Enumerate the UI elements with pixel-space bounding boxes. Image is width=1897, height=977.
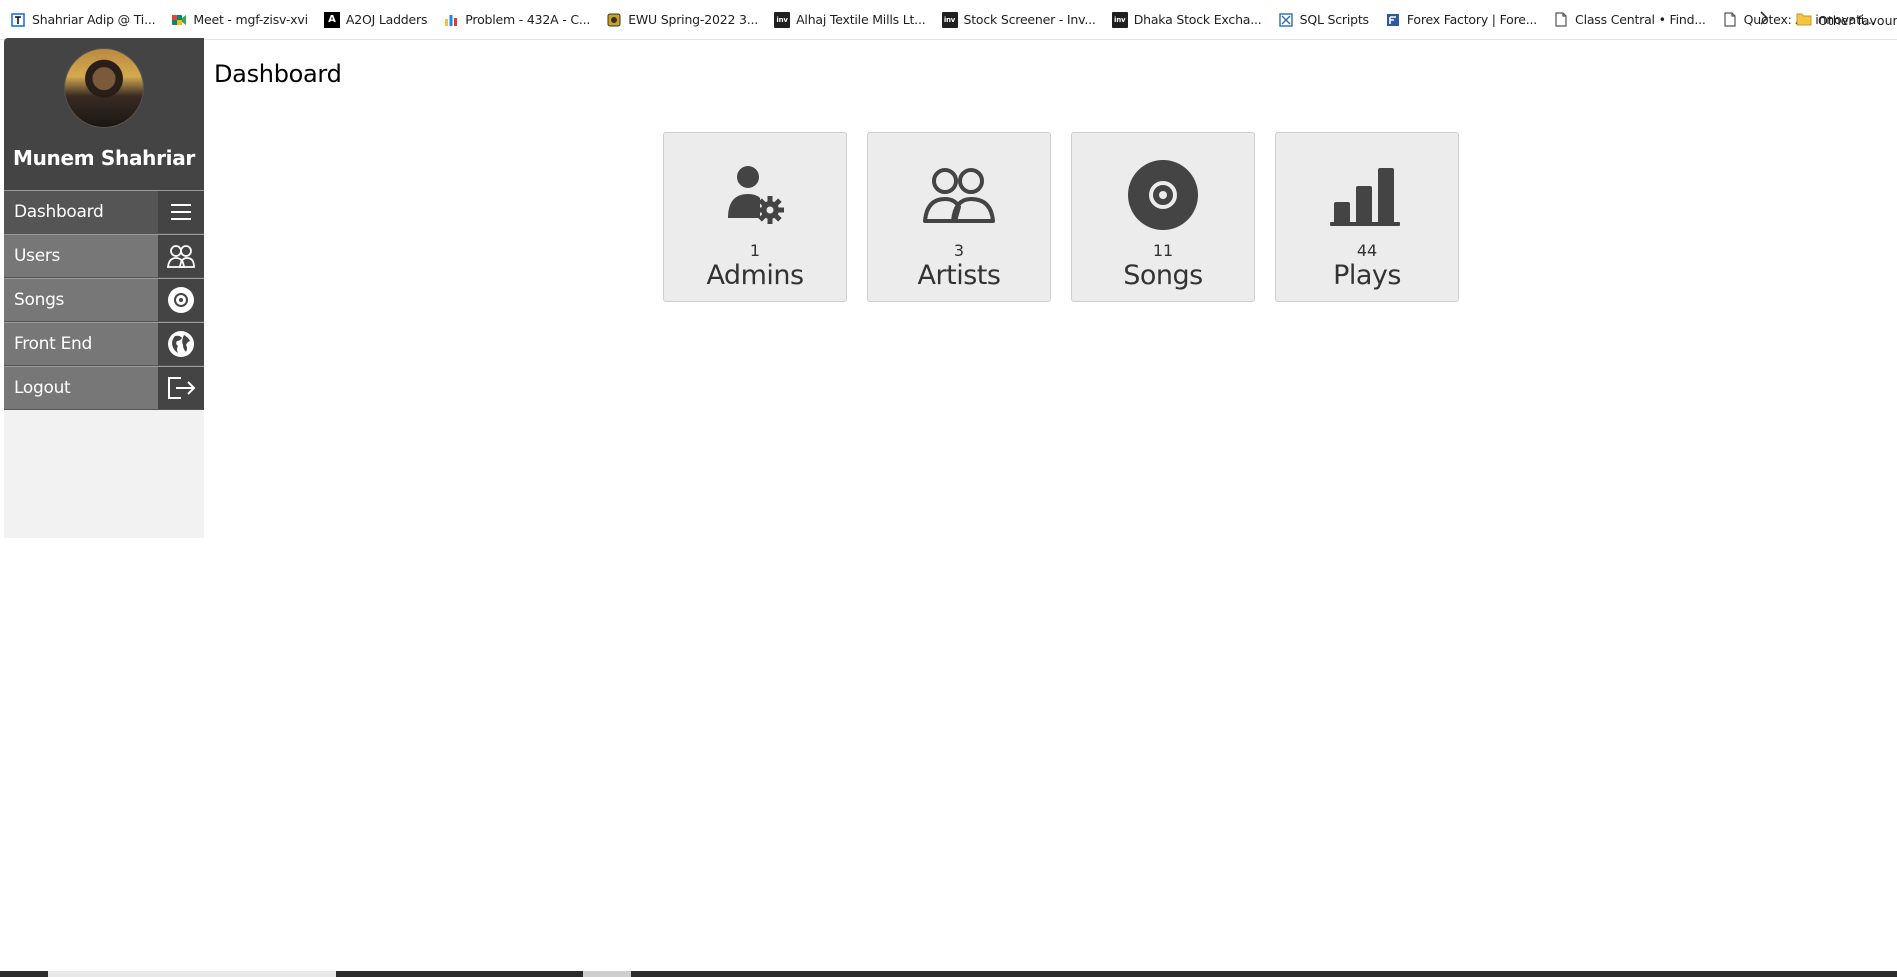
profile-panel: Munem Shahriar [4,38,204,190]
stat-label: Admins [706,260,804,291]
stat-card-songs[interactable]: 11 Songs [1071,132,1255,302]
users-icon [919,155,999,235]
globe-icon [158,323,204,365]
avatar [64,48,144,128]
forex-factory-icon [1385,12,1401,28]
investing-icon: inv [941,11,958,28]
bookmark-item[interactable]: Shahriar Adip @ Ti... [10,12,156,28]
bookmarks-bar: Shahriar Adip @ Ti... Meet - mgf-zisv-xv… [0,0,1897,40]
sidebar-item-label: Users [14,246,61,266]
sidebar-item-label: Songs [14,290,65,310]
sidebar-item-label: Front End [14,334,93,354]
page-icon [1722,12,1738,28]
users-icon [158,235,204,277]
sidebar-item-logout[interactable]: Logout [4,366,204,410]
bookmark-item[interactable]: Meet - mgf-zisv-xvi [171,12,308,28]
bookmark-item[interactable]: inv Dhaka Stock Excha... [1111,11,1262,28]
sidebar-item-songs[interactable]: Songs [4,278,204,322]
disc-icon [1123,155,1203,235]
bar-chart-icon [1327,155,1407,235]
stat-card-artists[interactable]: 3 Artists [867,132,1051,302]
stat-card-admins[interactable]: 1 Admins [663,132,847,302]
a2oj-icon: A [323,11,340,28]
menu-icon [158,191,204,233]
sidebar: Munem Shahriar Dashboard Users Songs Fro… [4,38,204,538]
bookmark-item[interactable]: Problem - 432A - C... [443,12,590,28]
codeforces-icon [443,12,459,28]
disc-icon [158,279,204,321]
stat-card-plays[interactable]: 44 Plays [1275,132,1459,302]
admin-icon [715,155,795,235]
pinned-tab-icon [10,12,26,28]
stat-label: Plays [1333,260,1401,291]
bookmark-item[interactable]: Class Central • Find... [1553,12,1706,28]
profile-name: Munem Shahriar [12,146,195,170]
sql-icon [1278,12,1294,28]
google-meet-icon [171,12,187,28]
bookmark-item[interactable]: inv Stock Screener - Inv... [941,11,1096,28]
chevron-right-icon[interactable] [1758,10,1770,31]
sidebar-item-front-end[interactable]: Front End [4,322,204,366]
bookmark-item[interactable]: Forex Factory | Fore... [1385,12,1537,28]
stat-label: Artists [917,260,1001,291]
bookmark-item[interactable]: SQL Scripts [1278,12,1369,28]
taskbar-strip [0,971,1897,977]
page-icon [1553,12,1569,28]
bookmark-item[interactable]: EWU Spring-2022 3... [606,12,758,28]
stat-count: 11 [1152,241,1174,260]
ewu-icon [606,12,622,28]
investing-icon: inv [1111,11,1128,28]
folder-icon [1796,12,1812,29]
stat-label: Songs [1123,260,1203,291]
sidebar-item-dashboard[interactable]: Dashboard [4,190,204,234]
sidebar-item-label: Logout [14,378,71,398]
investing-icon: inv [774,11,791,28]
bookmark-item[interactable]: A A2OJ Ladders [323,11,427,28]
stat-count: 44 [1356,241,1378,260]
sidebar-item-users[interactable]: Users [4,234,204,278]
stats-cards: 1 Admins 3 Artists 11 Songs 44 Plays [663,132,1459,302]
other-favourites-folder[interactable]: Other favourit [1796,12,1897,29]
sidebar-item-label: Dashboard [14,202,104,222]
bookmark-item[interactable]: inv Alhaj Textile Mills Lt... [774,11,926,28]
page-title: Dashboard [214,60,342,88]
stat-count: 3 [953,241,965,260]
logout-icon [158,367,204,409]
stat-count: 1 [749,241,761,260]
